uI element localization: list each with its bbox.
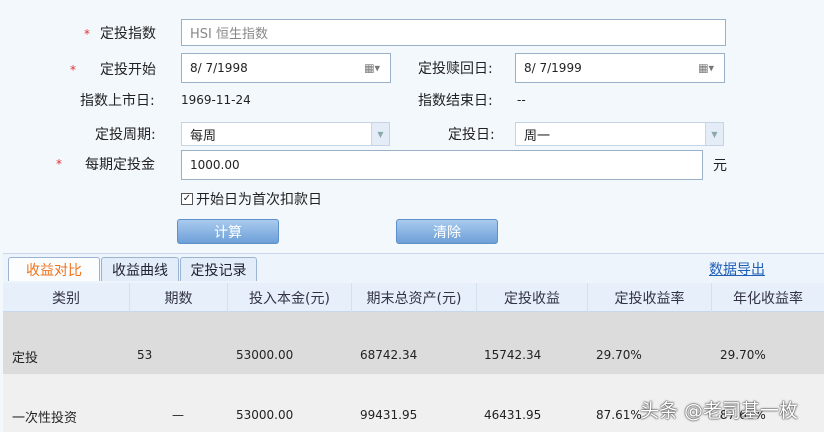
start-date-value: 8/ 7/1998: [190, 61, 248, 75]
table-cell: 53000.00: [236, 348, 294, 362]
listing-date-label: 指数上市日:: [80, 93, 155, 109]
column-header: 投入本金(元): [228, 283, 352, 312]
column-header: 定投收益率: [588, 283, 712, 312]
column-header: 期数: [130, 283, 228, 312]
tab-investment-records[interactable]: 定投记录: [180, 257, 257, 281]
tab-returns-comparison[interactable]: 收益对比: [8, 257, 100, 281]
calendar-icon[interactable]: ▦▾: [364, 62, 380, 75]
table-cell: 68742.34: [360, 348, 418, 362]
invest-day-label: 定投日:: [448, 127, 495, 143]
column-header: 定投收益: [477, 283, 588, 312]
table-cell: 46431.95: [484, 408, 542, 422]
calculate-button[interactable]: 计算: [177, 219, 279, 244]
table-cell: 15742.34: [484, 348, 542, 362]
required-mark: *: [84, 27, 90, 41]
period-value: 每周: [190, 128, 217, 144]
invest-day-select[interactable]: 周一 ▼: [515, 122, 724, 146]
table-cell: 29.70%: [596, 348, 642, 362]
clear-button[interactable]: 清除: [396, 219, 498, 244]
required-mark: *: [56, 157, 62, 171]
table-cell: 99431.95: [360, 408, 418, 422]
start-date-picker[interactable]: 8/ 7/1998 ▦▾: [181, 53, 391, 83]
required-mark: *: [70, 63, 76, 77]
chevron-down-icon[interactable]: ▼: [705, 123, 723, 145]
first-debit-checkbox[interactable]: ✓ 开始日为首次扣款日: [181, 189, 322, 209]
table-cell: 定投: [12, 351, 39, 366]
column-header: 年化收益率: [733, 290, 803, 307]
period-select[interactable]: 每周 ▼: [181, 122, 390, 146]
index-input[interactable]: HSI 恒生指数: [181, 19, 726, 46]
amount-label: 每期定投金: [85, 157, 155, 173]
checkbox-label: 开始日为首次扣款日: [196, 192, 322, 208]
table-cell: 一次性投资: [12, 411, 78, 426]
start-date-label: 定投开始: [100, 62, 156, 78]
amount-input[interactable]: 1000.00: [181, 150, 703, 180]
period-label: 定投周期:: [95, 127, 156, 143]
checkbox-check-icon[interactable]: ✓: [181, 193, 193, 205]
redeem-date-label: 定投赎回日:: [418, 61, 493, 77]
table-cell: 53000.00: [236, 408, 294, 422]
table-cell: 87.61%: [596, 408, 642, 422]
table-cell: 29.70%: [720, 348, 766, 362]
watermark: 头条 @老司基一枚: [640, 400, 799, 422]
tab-returns-curve[interactable]: 收益曲线: [101, 257, 179, 281]
calendar-icon[interactable]: ▦▾: [698, 62, 714, 75]
listing-date-value: 1969-11-24: [181, 93, 251, 107]
redeem-date-value: 8/ 7/1999: [524, 61, 582, 75]
table-cell: —: [172, 408, 184, 422]
chevron-down-icon[interactable]: ▼: [371, 123, 389, 145]
export-data-link[interactable]: 数据导出: [709, 259, 765, 279]
table-cell: 53: [137, 348, 153, 362]
column-header: 期末总资产(元): [352, 283, 477, 312]
end-date-label: 指数结束日:: [418, 93, 493, 109]
column-header: 类别: [3, 283, 130, 312]
redeem-date-picker[interactable]: 8/ 7/1999 ▦▾: [515, 53, 725, 83]
index-label: 定投指数: [100, 26, 156, 42]
amount-unit: 元: [713, 158, 727, 174]
end-date-value: --: [517, 93, 526, 107]
table-row: [3, 312, 824, 374]
invest-day-value: 周一: [524, 128, 551, 144]
